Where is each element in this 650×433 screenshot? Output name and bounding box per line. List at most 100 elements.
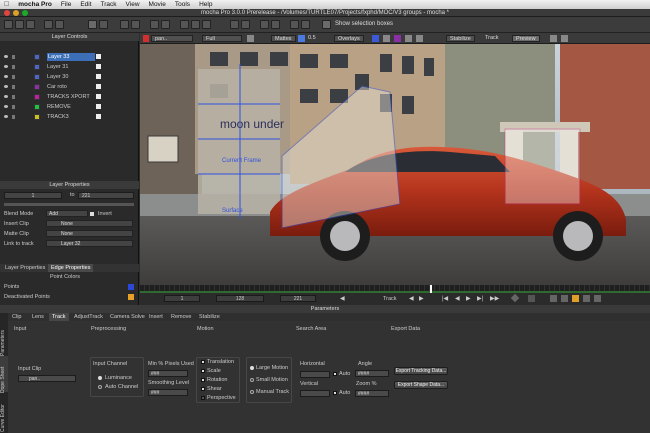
play-backward-icon[interactable]: ◀: [340, 295, 345, 302]
layer-color-swatch[interactable]: [34, 94, 40, 100]
menu-help[interactable]: Help: [199, 1, 212, 8]
matte-clip-select[interactable]: None: [46, 230, 133, 237]
layer-activate-toggle[interactable]: [96, 74, 101, 79]
tangents-icon[interactable]: [383, 35, 390, 42]
color-swatch-icon[interactable]: [372, 35, 379, 42]
blend-mode-select[interactable]: Add: [46, 210, 88, 217]
menu-tools[interactable]: Tools: [175, 1, 190, 8]
select-tool-icon[interactable]: [99, 20, 108, 29]
tab-camera-solve[interactable]: Camera Solve: [110, 313, 145, 321]
menu-view[interactable]: View: [126, 1, 140, 8]
horizontal-auto-checkbox[interactable]: [333, 372, 337, 376]
viewer-options-icon[interactable]: [550, 35, 557, 42]
tab-remove[interactable]: Remove: [171, 313, 191, 321]
export-tracking-button[interactable]: Export Tracking Data...: [394, 367, 448, 375]
tab-layer-properties[interactable]: Layer Properties: [5, 265, 45, 271]
layer-color-swatch[interactable]: [34, 104, 40, 110]
last-frame-icon[interactable]: ▶▶: [490, 295, 499, 302]
angle-field[interactable]: ####: [355, 370, 389, 377]
small-motion-radio[interactable]: [250, 378, 254, 382]
menu-file[interactable]: File: [61, 1, 71, 8]
play-icon[interactable]: ▶: [466, 295, 471, 302]
view-select[interactable]: Full: [202, 35, 242, 42]
show-selection-boxes-icon[interactable]: [322, 20, 331, 29]
track-forward-icon[interactable]: ▶: [419, 295, 424, 302]
layer-activate-toggle[interactable]: [96, 54, 101, 59]
tab-edge-properties[interactable]: Edge Properties: [48, 264, 94, 272]
marker-icon-b[interactable]: [561, 295, 568, 302]
add-point-tool-icon[interactable]: [180, 20, 189, 29]
layer-activate-toggle[interactable]: [96, 104, 101, 109]
scale-checkbox[interactable]: [201, 369, 205, 373]
input-clip-select[interactable]: pan..: [18, 375, 76, 382]
undo-icon[interactable]: [44, 20, 53, 29]
visibility-icon[interactable]: [4, 75, 8, 78]
shear-checkbox[interactable]: [201, 387, 205, 391]
overlay-icon-b[interactable]: [405, 35, 412, 42]
start-frame-field[interactable]: 1: [164, 295, 200, 302]
trace-icon[interactable]: [271, 20, 280, 29]
visibility-icon[interactable]: [4, 55, 8, 58]
marker-icon-d[interactable]: [583, 295, 590, 302]
invert-checkbox[interactable]: [90, 212, 94, 216]
align-surface-icon[interactable]: [260, 20, 269, 29]
lock-icon[interactable]: [12, 65, 15, 69]
visibility-icon[interactable]: [4, 115, 8, 118]
layer-name[interactable]: Layer 31: [47, 63, 68, 71]
first-frame-icon[interactable]: |◀: [442, 295, 448, 302]
layer-color-swatch[interactable]: [34, 64, 40, 70]
layer-color-swatch[interactable]: [34, 84, 40, 90]
viewer-canvas[interactable]: moon under Current Frame Surface: [140, 44, 650, 285]
xspline-tool-icon[interactable]: [150, 20, 159, 29]
tab-track[interactable]: Track: [49, 313, 69, 321]
tab-adjusttrack[interactable]: AdjustTrack: [74, 313, 103, 321]
layer-name[interactable]: Layer 30: [47, 73, 68, 81]
zoom-window-icon-2[interactable]: [290, 20, 299, 29]
menu-edit[interactable]: Edit: [80, 1, 91, 8]
layer-row[interactable]: Layer 31: [3, 63, 135, 71]
min-pixels-field[interactable]: ###: [148, 370, 188, 377]
track-toggle[interactable]: Track: [485, 35, 499, 42]
viewer-options-icon-2[interactable]: [561, 35, 568, 42]
pan-tool-icon[interactable]: [120, 20, 129, 29]
perspective-checkbox[interactable]: [201, 396, 205, 400]
tab-lens[interactable]: Lens: [32, 313, 44, 321]
vertical-auto-checkbox[interactable]: [333, 391, 337, 395]
overlay-icon-c[interactable]: [416, 35, 423, 42]
end-frame-field[interactable]: 221: [280, 295, 316, 302]
visibility-icon[interactable]: [4, 85, 8, 88]
open-icon[interactable]: [15, 20, 24, 29]
menu-movie[interactable]: Movie: [149, 1, 166, 8]
rectangle-tool-icon[interactable]: [191, 20, 200, 29]
large-motion-radio[interactable]: [250, 366, 254, 370]
new-project-icon[interactable]: [4, 20, 13, 29]
marker-icon-c[interactable]: [572, 295, 579, 302]
rotation-checkbox[interactable]: [201, 378, 205, 382]
loop-icon[interactable]: [528, 295, 535, 302]
smoothing-field[interactable]: ###: [148, 389, 188, 396]
horizontal-field[interactable]: [300, 371, 330, 378]
visibility-icon[interactable]: [4, 105, 8, 108]
zoom-field[interactable]: ####: [355, 390, 389, 397]
layer-name[interactable]: TRACK3: [47, 113, 69, 121]
marker-icon-a[interactable]: [550, 295, 557, 302]
tab-clip[interactable]: Clip: [12, 313, 21, 321]
layer-color-swatch[interactable]: [34, 114, 40, 120]
step-back-icon[interactable]: ◀: [455, 295, 460, 302]
pick-tool-icon[interactable]: [88, 20, 97, 29]
layer-activate-toggle[interactable]: [96, 64, 101, 69]
mattes-toggle[interactable]: Mattes: [271, 35, 296, 42]
current-frame-field[interactable]: 128: [216, 295, 264, 302]
viewer-color-swatch[interactable]: [143, 35, 149, 42]
visibility-icon[interactable]: [4, 95, 8, 98]
matte-opacity-value[interactable]: 0.5: [308, 35, 316, 42]
layer-name[interactable]: TRACKS XPORT: [47, 93, 90, 101]
preview-toggle[interactable]: Preview: [512, 35, 540, 42]
show-grid-icon[interactable]: [241, 20, 250, 29]
overlays-toggle[interactable]: Overlays: [334, 35, 364, 42]
in-out-slider[interactable]: [4, 203, 134, 206]
lock-icon[interactable]: [12, 105, 15, 109]
layer-name[interactable]: Layer 33: [47, 53, 95, 61]
manual-track-radio[interactable]: [250, 390, 254, 394]
lock-icon[interactable]: [12, 95, 15, 99]
